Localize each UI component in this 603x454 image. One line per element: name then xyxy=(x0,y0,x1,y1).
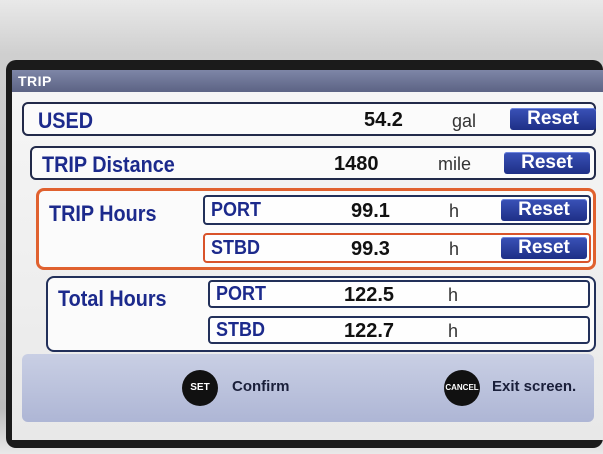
footer-bar: SET Confirm CANCEL Exit screen. xyxy=(22,354,594,422)
trip-hours-stbd-reset-button[interactable]: Reset xyxy=(501,237,587,259)
trip-distance-value: 1480 xyxy=(334,153,379,175)
trip-hours-port-reset-button[interactable]: Reset xyxy=(501,199,587,221)
trip-hours-stbd-box: STBD 99.3 h Reset xyxy=(203,233,591,263)
trip-distance-row: TRIP Distance 1480 mile Reset xyxy=(30,146,596,180)
used-reset-button[interactable]: Reset xyxy=(510,108,596,130)
total-hours-stbd-box: STBD 122.7 h xyxy=(208,316,590,344)
cancel-button[interactable]: CANCEL xyxy=(444,370,480,406)
used-unit: gal xyxy=(452,111,477,131)
trip-screen: TRIP USED 54.2 gal Reset TRIP Distance 1… xyxy=(12,70,603,440)
title-bar: TRIP xyxy=(12,70,603,92)
exit-screen-label: Exit screen. xyxy=(492,378,577,395)
total-hours-port-unit: h xyxy=(448,285,459,305)
trip-hours-stbd-unit: h xyxy=(449,239,460,259)
trip-distance-label: TRIP Distance xyxy=(42,152,175,177)
trip-hours-group: TRIP Hours PORT 99.1 h Reset STBD 99.3 h… xyxy=(36,188,596,270)
total-hours-port-value: 122.5 xyxy=(344,284,395,306)
trip-hours-port-value: 99.1 xyxy=(351,200,390,222)
total-hours-label: Total Hours xyxy=(58,286,167,311)
trip-hours-port-unit: h xyxy=(449,201,460,221)
trip-hours-label: TRIP Hours xyxy=(49,201,157,226)
trip-distance-reset-button[interactable]: Reset xyxy=(504,152,590,174)
total-hours-stbd-value: 122.7 xyxy=(344,320,395,342)
total-hours-stbd-label: STBD xyxy=(216,319,266,341)
total-hours-stbd-unit: h xyxy=(448,321,459,341)
used-label: USED xyxy=(38,108,94,133)
total-hours-port-box: PORT 122.5 h xyxy=(208,280,590,308)
trip-distance-unit: mile xyxy=(438,154,472,174)
set-button[interactable]: SET xyxy=(182,370,218,406)
trip-hours-stbd-value: 99.3 xyxy=(351,238,390,260)
confirm-label: Confirm xyxy=(232,378,290,395)
total-hours-group: Total Hours PORT 122.5 h STBD 122.7 h xyxy=(46,276,596,352)
trip-hours-port-box: PORT 99.1 h Reset xyxy=(203,195,591,225)
used-value: 54.2 xyxy=(364,109,403,131)
used-row: USED 54.2 gal Reset xyxy=(22,102,596,136)
window-title: TRIP xyxy=(18,73,52,89)
trip-hours-stbd-label: STBD xyxy=(211,237,261,259)
trip-hours-port-label: PORT xyxy=(211,199,262,221)
total-hours-port-label: PORT xyxy=(216,283,267,305)
